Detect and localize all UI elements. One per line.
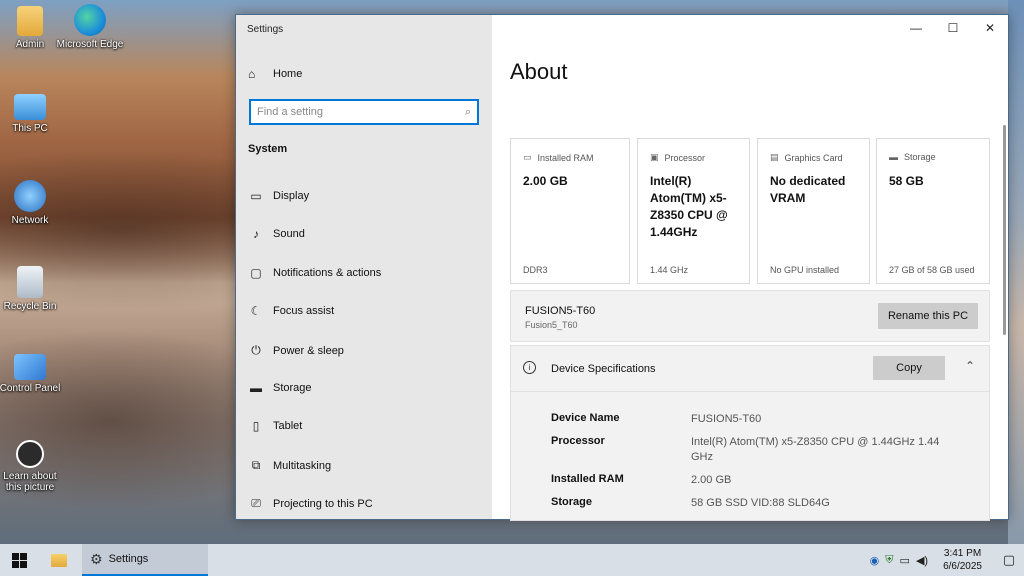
page-title: About bbox=[510, 59, 568, 84]
desktop-icon-control-panel[interactable]: Control Panel bbox=[0, 354, 65, 394]
nav-item-storage[interactable]: ▬ Storage bbox=[248, 381, 312, 395]
clock[interactable]: 3:41 PM 6/6/2025 bbox=[943, 547, 982, 573]
card-processor: ▣ Processor Intel(R) Atom(TM) x5-Z8350 CP… bbox=[637, 138, 750, 284]
camera-icon bbox=[16, 440, 44, 468]
desktop-icon-this-pc[interactable]: This PC bbox=[0, 94, 65, 134]
settings-nav-pane: Settings ⌂ Home ⌕ System ▭Display ♪Sound… bbox=[236, 15, 492, 519]
scrollbar[interactable] bbox=[1003, 125, 1006, 335]
pc-subname: Fusion5_T60 bbox=[525, 320, 578, 330]
gear-icon: ⚙ bbox=[90, 550, 103, 567]
connection-tray-icon[interactable]: ▭ bbox=[900, 554, 910, 567]
graphics-card-icon: ▤ bbox=[770, 152, 779, 162]
moon-icon: ☾ bbox=[250, 304, 262, 318]
taskbar-file-explorer[interactable] bbox=[38, 544, 80, 576]
nav-item-sound[interactable]: ♪ Sound bbox=[248, 227, 305, 241]
card-storage: ▬ Storage 58 GB 27 GB of 58 GB used bbox=[876, 138, 990, 284]
nav-home[interactable]: ⌂ Home bbox=[248, 67, 302, 81]
desktop-wallpaper-edge bbox=[1008, 0, 1024, 544]
nav-item-focus-assist[interactable]: ☾ Focus assist bbox=[248, 304, 335, 318]
storage-icon: ▬ bbox=[889, 152, 898, 162]
ram-icon: ▭ bbox=[523, 152, 532, 162]
chevron-up-icon[interactable]: ⌃ bbox=[965, 359, 975, 373]
network-icon bbox=[14, 180, 46, 212]
sound-icon: ♪ bbox=[253, 227, 259, 241]
taskbar-settings-app[interactable]: ⚙ Settings bbox=[82, 544, 208, 576]
start-button[interactable] bbox=[0, 544, 38, 576]
desktop-icon-recycle-bin[interactable]: Recycle Bin bbox=[0, 266, 65, 312]
processor-icon: ▣ bbox=[650, 152, 659, 162]
network-tray-icon[interactable]: ◉ bbox=[870, 554, 880, 567]
edge-icon bbox=[74, 4, 106, 36]
notifications-icon: ▢ bbox=[250, 266, 262, 280]
nav-item-display[interactable]: ▭ Display bbox=[248, 189, 309, 203]
pc-name: FUSION5-T60 bbox=[525, 305, 596, 317]
desktop-icon-edge[interactable]: Microsoft Edge bbox=[55, 4, 125, 50]
display-icon: ▭ bbox=[250, 189, 262, 203]
nav-item-tablet[interactable]: ▯ Tablet bbox=[248, 419, 303, 433]
nav-item-multitasking[interactable]: ⧉ Multitasking bbox=[248, 458, 331, 473]
settings-content: — ☐ ✕ About ▭ Installed RAM 2.00 GB DDR3 … bbox=[492, 15, 1008, 521]
card-graphics: ▤ Graphics Card No dedicated VRAM No GPU … bbox=[757, 138, 870, 284]
info-icon: i bbox=[523, 361, 536, 374]
system-tray: ◉ ⛨ ▭ ◀) 3:41 PM 6/6/2025 ▢ bbox=[867, 544, 1024, 576]
nav-item-power-sleep[interactable]: ⏻ Power & sleep bbox=[248, 343, 344, 358]
search-box[interactable]: ⌕ bbox=[249, 99, 479, 125]
multitasking-icon: ⧉ bbox=[251, 458, 261, 472]
windows-logo-icon bbox=[11, 552, 27, 568]
security-tray-icon[interactable]: ⛨ bbox=[885, 554, 893, 567]
folder-icon bbox=[51, 553, 67, 567]
search-input[interactable] bbox=[257, 106, 465, 118]
volume-tray-icon[interactable]: ◀) bbox=[916, 554, 928, 567]
recycle-bin-icon bbox=[17, 266, 43, 298]
pc-name-panel: FUSION5-T60 Fusion5_T60 Rename this PC bbox=[510, 290, 990, 342]
window-title: Settings bbox=[247, 24, 284, 35]
desktop-icon-learn-picture[interactable]: Learn about this picture bbox=[0, 440, 65, 493]
copy-button[interactable]: Copy bbox=[873, 356, 945, 380]
clock-date: 6/6/2025 bbox=[943, 561, 982, 572]
clock-time: 3:41 PM bbox=[943, 548, 982, 559]
nav-item-projecting[interactable]: ⎚ Projecting to this PC bbox=[248, 496, 372, 511]
power-icon: ⏻ bbox=[251, 343, 261, 357]
nav-item-notifications[interactable]: ▢ Notifications & actions bbox=[248, 266, 381, 280]
computer-icon bbox=[14, 94, 46, 120]
projecting-icon: ⎚ bbox=[251, 496, 261, 510]
search-icon: ⌕ bbox=[464, 105, 471, 118]
card-installed-ram: ▭ Installed RAM 2.00 GB DDR3 bbox=[510, 138, 630, 284]
device-specifications-panel: i Device Specifications Copy ⌃ Device Na… bbox=[510, 345, 990, 521]
taskbar: ⚙ Settings ◉ ⛨ ▭ ◀) 3:41 PM 6/6/2025 ▢ bbox=[0, 544, 1024, 576]
control-panel-icon bbox=[14, 354, 46, 380]
nav-section-title: System bbox=[248, 143, 288, 155]
settings-window: Settings ⌂ Home ⌕ System ▭Display ♪Sound… bbox=[235, 14, 1009, 521]
desktop-icon-network[interactable]: Network bbox=[0, 180, 65, 226]
storage-icon: ▬ bbox=[250, 381, 262, 395]
rename-pc-button[interactable]: Rename this PC bbox=[878, 303, 978, 329]
tablet-icon: ▯ bbox=[252, 419, 260, 433]
device-specifications-header[interactable]: i Device Specifications Copy ⌃ bbox=[511, 346, 989, 392]
home-icon: ⌂ bbox=[248, 67, 256, 81]
notification-center-icon[interactable]: ▢ bbox=[994, 552, 1024, 568]
maximize-button[interactable]: ☐ bbox=[938, 21, 968, 37]
close-button[interactable]: ✕ bbox=[975, 21, 1005, 37]
user-folder-icon bbox=[17, 6, 43, 36]
minimize-button[interactable]: — bbox=[901, 21, 931, 37]
